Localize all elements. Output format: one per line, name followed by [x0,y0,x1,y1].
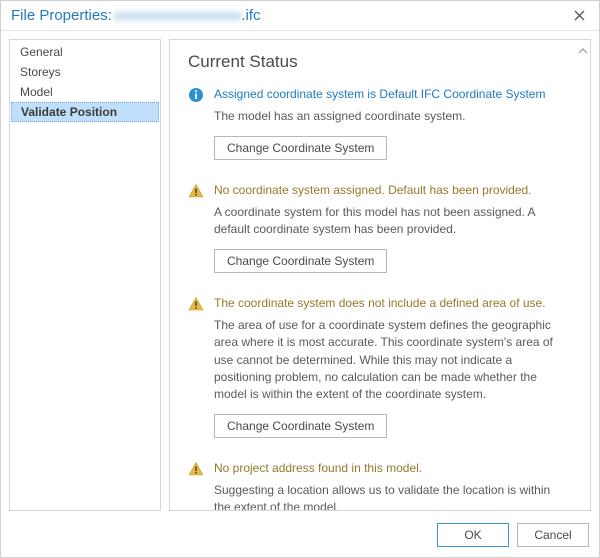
change-coordinate-system-button[interactable]: Change Coordinate System [214,414,387,438]
status-title: No project address found in this model. [214,460,570,476]
warning-icon [188,296,204,312]
status-title: The coordinate system does not include a… [214,295,570,311]
sidebar-item-storeys[interactable]: Storeys [10,62,160,82]
content-panel: Current Status Assigned coordinate syste… [169,39,591,511]
close-button[interactable] [567,4,591,28]
status-block-no-project-address: No project address found in this model. … [188,460,570,510]
sidebar-item-model[interactable]: Model [10,82,160,102]
change-coordinate-system-button[interactable]: Change Coordinate System [214,136,387,160]
status-description: A coordinate system for this model has n… [214,204,570,239]
close-icon [574,8,585,24]
file-properties-dialog: File Properties: xxxxxxxxxxxxxxxxx .ifc … [0,0,600,558]
content-scroll[interactable]: Current Status Assigned coordinate syste… [170,40,590,510]
status-description: The model has an assigned coordinate sys… [214,108,570,125]
status-block-no-area-of-use: The coordinate system does not include a… [188,295,570,438]
dialog-footer: OK Cancel [1,515,599,557]
sidebar-item-label: General [20,45,63,59]
info-icon [188,87,204,103]
status-description: The area of use for a coordinate system … [214,317,570,404]
change-coordinate-system-button[interactable]: Change Coordinate System [214,249,387,273]
status-body: The coordinate system does not include a… [214,295,570,438]
title-prefix: File Properties: [11,7,112,24]
content-heading: Current Status [188,52,570,72]
status-body: Assigned coordinate system is Default IF… [214,86,570,160]
ok-button[interactable]: OK [437,523,509,547]
sidebar: General Storeys Model Validate Position [9,39,161,511]
status-block-no-cs: No coordinate system assigned. Default h… [188,182,570,273]
status-title: No coordinate system assigned. Default h… [214,182,570,198]
cancel-button[interactable]: Cancel [517,523,589,547]
chevron-up-icon [578,46,588,56]
warning-icon [188,183,204,199]
status-description: Suggesting a location allows us to valid… [214,482,570,510]
sidebar-item-general[interactable]: General [10,42,160,62]
status-body: No coordinate system assigned. Default h… [214,182,570,273]
status-title: Assigned coordinate system is Default IF… [214,86,570,102]
title-extension: .ifc [241,7,260,24]
sidebar-item-validate-position[interactable]: Validate Position [11,102,159,122]
warning-icon [188,461,204,477]
sidebar-item-label: Validate Position [21,105,117,119]
scroll-up-button[interactable] [578,46,588,56]
status-body: No project address found in this model. … [214,460,570,510]
title-filename-blurred: xxxxxxxxxxxxxxxxx [114,7,242,24]
sidebar-item-label: Model [20,85,53,99]
dialog-body: General Storeys Model Validate Position … [1,31,599,515]
titlebar: File Properties: xxxxxxxxxxxxxxxxx .ifc [1,1,599,31]
status-block-assigned-cs: Assigned coordinate system is Default IF… [188,86,570,160]
sidebar-item-label: Storeys [20,65,61,79]
